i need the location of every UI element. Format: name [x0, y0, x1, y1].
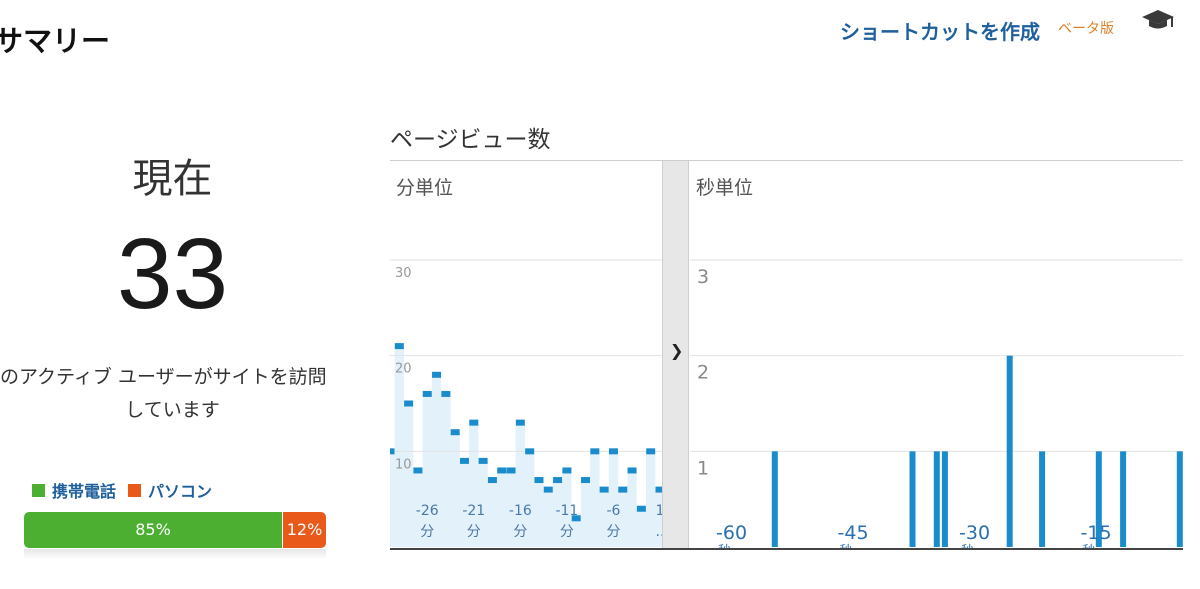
- per-minute-point[interactable]: [618, 486, 628, 493]
- per-minute-point[interactable]: [487, 477, 497, 484]
- per-minute-point[interactable]: [478, 457, 488, 464]
- per-minute-point[interactable]: [422, 390, 432, 397]
- per-minute-point[interactable]: [459, 457, 469, 464]
- create-shortcut-link[interactable]: ショートカットを作成: [840, 16, 1040, 45]
- per-minute-point[interactable]: [581, 477, 591, 484]
- active-users-description-line2: しています: [125, 399, 220, 421]
- per-minute-point[interactable]: [525, 448, 535, 455]
- per-second-bar[interactable]: [1039, 451, 1046, 547]
- per-second-bar[interactable]: [909, 451, 916, 547]
- per-second-xtick-label: -15: [1081, 522, 1112, 544]
- device-share-bar: 85% 12%: [24, 512, 326, 548]
- per-minute-xtick-label: -26: [416, 503, 439, 519]
- pc-share-segment: 12%: [282, 512, 326, 548]
- panel-divider-toggle[interactable]: ❯: [662, 161, 689, 548]
- per-second-ytick-label: 3: [697, 266, 709, 288]
- per-second-bar[interactable]: [1120, 451, 1127, 547]
- per-minute-point[interactable]: [441, 390, 451, 397]
- per-minute-xtick-unit: 分: [467, 524, 481, 540]
- per-second-bar[interactable]: [933, 451, 940, 547]
- legend-pc: パソコン: [128, 478, 212, 502]
- per-minute-xtick-label: -6: [606, 503, 620, 519]
- beta-badge: ベータ版: [1058, 21, 1114, 37]
- device-bar-shadow: [24, 549, 326, 559]
- legend-pc-label: パソコン: [148, 482, 213, 501]
- pageviews-title: ページビュー数: [390, 127, 551, 153]
- per-minute-point[interactable]: [599, 486, 609, 493]
- graduation-cap-icon[interactable]: [1141, 8, 1175, 32]
- per-second-bar[interactable]: [771, 451, 778, 547]
- per-minute-point[interactable]: [608, 448, 618, 455]
- active-user-count: 33: [116, 218, 229, 330]
- legend-pc-swatch: [128, 483, 142, 497]
- per-second-bar[interactable]: [1006, 355, 1013, 547]
- per-minute-xtick-label: -11: [555, 503, 578, 519]
- per-second-ytick-label: 1: [697, 457, 709, 479]
- per-second-bar[interactable]: [941, 451, 948, 547]
- device-legend: 携帯電話 パソコン: [32, 478, 224, 502]
- per-second-chart-svg: 123-60秒-45秒-30秒-15秒: [690, 259, 1183, 548]
- per-minute-xtick-label: -16: [509, 503, 532, 519]
- per-minute-chart-svg: 102030-26分-21分-16分-11分-6分1..: [390, 259, 662, 547]
- chevron-right-icon[interactable]: ❯: [670, 341, 683, 360]
- per-minute-point[interactable]: [646, 448, 656, 455]
- per-minute-point[interactable]: [413, 467, 423, 474]
- legend-mobile: 携帯電話: [32, 478, 116, 502]
- legend-mobile-label: 携帯電話: [52, 482, 117, 501]
- per-second-chart: 秒単位 123-60秒-45秒-30秒-15秒: [690, 161, 1183, 548]
- per-minute-point[interactable]: [543, 486, 553, 493]
- page-title: サマリー: [0, 24, 111, 58]
- per-second-ytick-label: 2: [697, 362, 709, 384]
- per-minute-point[interactable]: [534, 477, 544, 484]
- per-minute-point[interactable]: [450, 429, 460, 436]
- per-minute-xtick-unit: 分: [513, 524, 527, 540]
- per-minute-ytick-label: 30: [395, 266, 412, 281]
- per-minute-point[interactable]: [497, 467, 507, 474]
- mobile-share-segment: 85%: [24, 512, 282, 548]
- active-users-description: のアクティブ ユーザーがサイトを訪問: [0, 366, 327, 388]
- chart-baseline: [390, 548, 1183, 550]
- per-minute-point[interactable]: [627, 467, 637, 474]
- per-second-xtick-label: -60: [716, 522, 747, 544]
- now-label: 現在: [132, 156, 213, 202]
- per-minute-ytick-label: 10: [395, 457, 412, 472]
- per-second-xtick-label: -45: [838, 522, 869, 544]
- per-minute-point[interactable]: [469, 419, 479, 426]
- per-minute-ytick-label: 20: [395, 362, 412, 377]
- per-minute-point[interactable]: [404, 400, 414, 407]
- per-minute-point[interactable]: [390, 448, 395, 455]
- per-minute-point[interactable]: [506, 467, 516, 474]
- per-minute-point[interactable]: [394, 343, 404, 350]
- legend-mobile-swatch: [32, 483, 45, 497]
- per-second-bar[interactable]: [1176, 451, 1183, 547]
- per-minute-point[interactable]: [562, 467, 572, 474]
- per-minute-xtick-unit: 分: [560, 524, 574, 540]
- per-minute-xtick-unit: 分: [420, 524, 434, 540]
- per-minute-point[interactable]: [590, 448, 600, 455]
- per-second-xtick-label: -30: [959, 522, 990, 544]
- per-minute-xtick-label: -21: [462, 503, 485, 519]
- per-minute-point[interactable]: [553, 477, 563, 484]
- per-minute-point[interactable]: [636, 505, 646, 512]
- per-minute-point[interactable]: [515, 419, 525, 426]
- per-minute-chart: 分単位 102030-26分-21分-16分-11分-6分1..: [390, 161, 662, 548]
- per-minute-point[interactable]: [432, 371, 442, 378]
- per-minute-xtick-unit: 分: [606, 524, 620, 540]
